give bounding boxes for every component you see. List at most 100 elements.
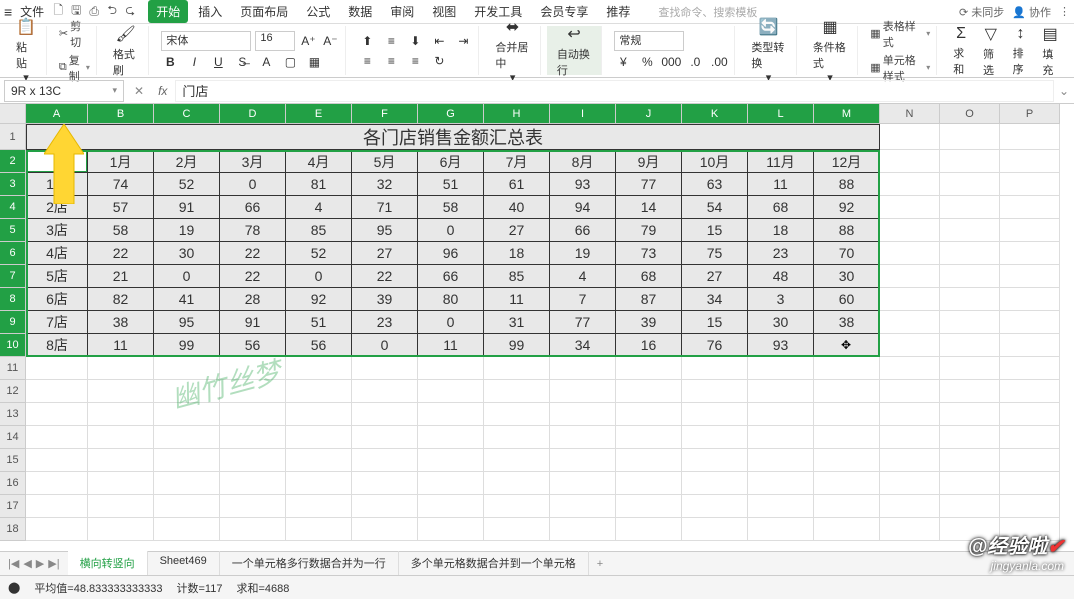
cell[interactable] (940, 334, 1000, 357)
sheet-first-icon[interactable]: |◀ (8, 557, 19, 570)
data-cell[interactable]: 88 (814, 173, 880, 196)
cell[interactable] (1000, 380, 1060, 403)
comma-icon[interactable]: 000 (662, 53, 680, 71)
header-cell[interactable]: 2月 (154, 150, 220, 173)
cell[interactable] (484, 426, 550, 449)
cell[interactable] (1000, 403, 1060, 426)
data-cell[interactable]: 1店 (26, 173, 88, 196)
currency-icon[interactable]: ¥ (614, 53, 632, 71)
data-cell[interactable]: 66 (220, 196, 286, 219)
cell[interactable] (616, 472, 682, 495)
header-cell[interactable]: 1月 (88, 150, 154, 173)
cell[interactable] (154, 403, 220, 426)
row-header-5[interactable]: 5 (0, 219, 26, 242)
data-cell[interactable]: 92 (814, 196, 880, 219)
cell[interactable] (220, 357, 286, 380)
cell[interactable] (550, 380, 616, 403)
cell[interactable] (940, 403, 1000, 426)
cell[interactable] (26, 472, 88, 495)
cell[interactable] (418, 518, 484, 541)
cell[interactable] (880, 472, 940, 495)
cell[interactable] (616, 426, 682, 449)
col-header-K[interactable]: K (682, 104, 748, 124)
strike-icon[interactable]: S̶ (233, 53, 251, 71)
data-cell[interactable]: 19 (154, 219, 220, 242)
cell[interactable] (880, 124, 940, 150)
sheet-last-icon[interactable]: ▶| (48, 557, 59, 570)
cell[interactable] (88, 426, 154, 449)
cell[interactable] (1000, 173, 1060, 196)
cell[interactable] (484, 472, 550, 495)
data-cell[interactable]: 77 (550, 311, 616, 334)
cell[interactable] (220, 403, 286, 426)
cell[interactable] (880, 495, 940, 518)
cell[interactable] (880, 265, 940, 288)
cell[interactable] (154, 518, 220, 541)
data-cell[interactable]: 0 (352, 334, 418, 357)
data-cell[interactable]: 23 (748, 242, 814, 265)
data-cell[interactable]: 48 (748, 265, 814, 288)
cell[interactable] (1000, 311, 1060, 334)
row-header-14[interactable]: 14 (0, 426, 26, 449)
cell[interactable] (88, 357, 154, 380)
cell[interactable] (484, 449, 550, 472)
data-cell[interactable]: 16 (616, 334, 682, 357)
data-cell[interactable]: 39 (616, 311, 682, 334)
align-top-icon[interactable]: ⬆ (358, 32, 376, 50)
fx-icon[interactable]: fx (158, 84, 167, 98)
cell[interactable] (1000, 219, 1060, 242)
cell[interactable] (352, 403, 418, 426)
col-header-L[interactable]: L (748, 104, 814, 124)
bold-icon[interactable]: B (161, 53, 179, 71)
title-cell[interactable]: 各门店销售金额汇总表 (26, 124, 880, 150)
data-cell[interactable]: 75 (682, 242, 748, 265)
cell[interactable] (748, 495, 814, 518)
collab-button[interactable]: 👤 协作 (1012, 4, 1051, 20)
cell[interactable] (418, 426, 484, 449)
cell[interactable] (880, 150, 940, 173)
data-cell[interactable]: 0 (418, 219, 484, 242)
filter-button[interactable]: ▽筛选 (979, 22, 1003, 80)
cell[interactable] (286, 472, 352, 495)
sheet-next-icon[interactable]: ▶ (36, 557, 44, 570)
data-cell[interactable]: 93 (748, 334, 814, 357)
cell[interactable] (154, 449, 220, 472)
cell[interactable] (814, 403, 880, 426)
col-header-O[interactable]: O (940, 104, 1000, 124)
tab-recommend[interactable]: 推荐 (598, 0, 638, 23)
col-header-G[interactable]: G (418, 104, 484, 124)
data-cell[interactable]: 22 (220, 242, 286, 265)
col-header-A[interactable]: A (26, 104, 88, 124)
data-cell[interactable]: 3 (748, 288, 814, 311)
cell[interactable] (880, 242, 940, 265)
format-painter-button[interactable]: 🖌格式刷 (109, 22, 143, 80)
cell[interactable] (26, 495, 88, 518)
data-cell[interactable]: 38 (88, 311, 154, 334)
sheet-tab[interactable]: 多个单元格数据合并到一个单元格 (399, 551, 589, 577)
cell[interactable] (616, 380, 682, 403)
align-right-icon[interactable]: ≡ (406, 52, 424, 70)
data-cell[interactable]: 85 (286, 219, 352, 242)
data-cell[interactable]: 11 (88, 334, 154, 357)
cell[interactable] (352, 357, 418, 380)
row-header-15[interactable]: 15 (0, 449, 26, 472)
cell[interactable] (550, 518, 616, 541)
data-cell[interactable]: 27 (682, 265, 748, 288)
type-convert-button[interactable]: 🔄类型转换▾ (747, 15, 789, 86)
cell[interactable] (418, 357, 484, 380)
data-cell[interactable]: 8店 (26, 334, 88, 357)
fill-button[interactable]: ▤填充 (1038, 22, 1062, 80)
dec-dec-icon[interactable]: .00 (710, 53, 728, 71)
fill-color-icon[interactable]: ▢ (281, 53, 299, 71)
data-cell[interactable]: 51 (418, 173, 484, 196)
data-cell[interactable]: 94 (550, 196, 616, 219)
cell[interactable] (352, 472, 418, 495)
cell[interactable] (940, 242, 1000, 265)
cell[interactable] (1000, 242, 1060, 265)
tab-layout[interactable]: 页面布局 (232, 0, 296, 23)
data-cell[interactable]: 80 (418, 288, 484, 311)
cell[interactable] (880, 403, 940, 426)
data-cell[interactable]: 21 (88, 265, 154, 288)
data-cell[interactable]: 27 (484, 219, 550, 242)
data-cell[interactable]: 85 (484, 265, 550, 288)
